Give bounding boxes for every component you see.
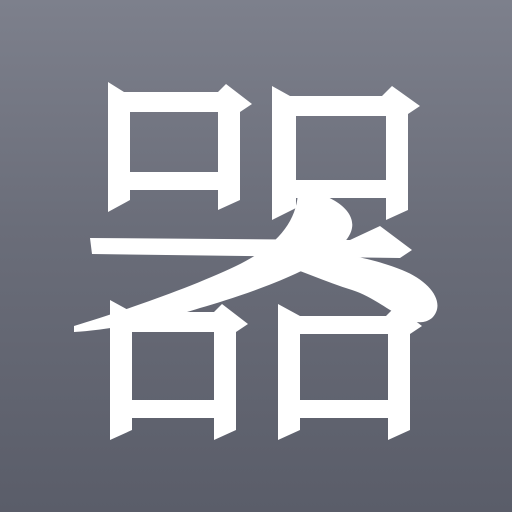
ideograph-qi-icon [74,82,438,440]
glyph-shape [74,82,438,440]
app-icon[interactable] [0,0,512,512]
